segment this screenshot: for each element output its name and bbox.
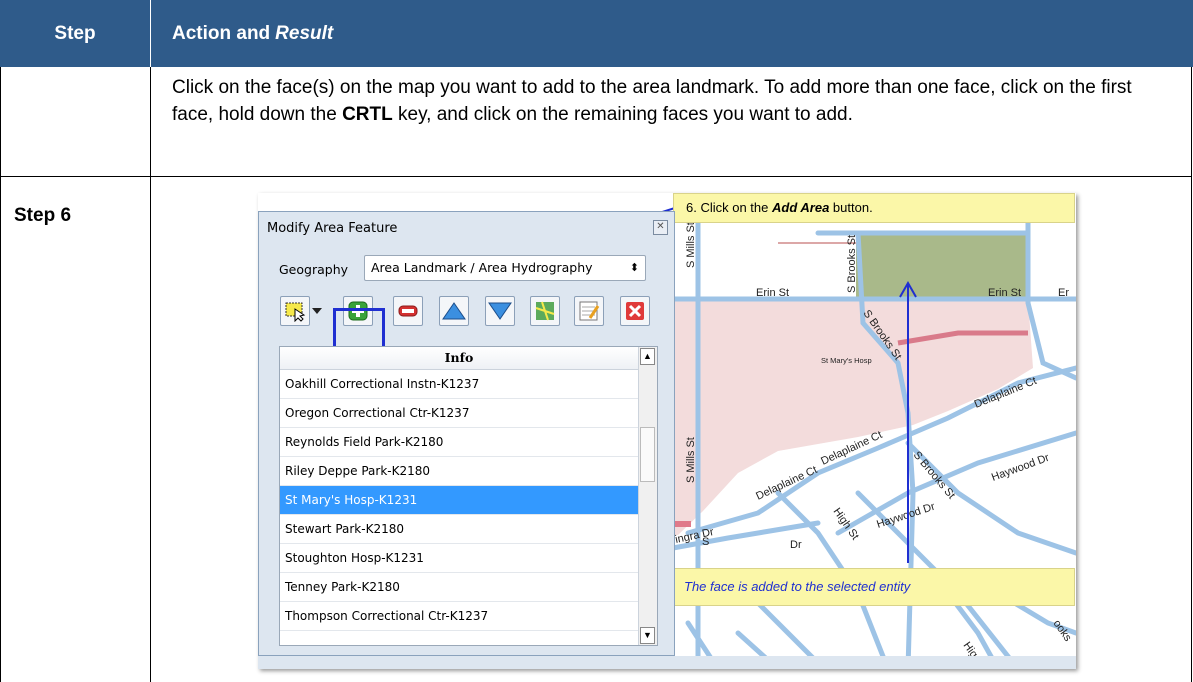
map-label-erin2: Erin St bbox=[988, 287, 1021, 299]
move-down-button[interactable] bbox=[485, 296, 515, 326]
scroll-thumb[interactable] bbox=[640, 427, 655, 482]
scroll-up-icon[interactable]: ▲ bbox=[640, 348, 655, 365]
instruction-key: CRTL bbox=[342, 104, 393, 125]
map-icon bbox=[535, 301, 555, 321]
list-item[interactable]: Thompson Correctional Ctr-K1237 bbox=[280, 602, 638, 631]
select-cursor-icon bbox=[285, 302, 306, 322]
callout-top-bold: Add Area bbox=[772, 200, 830, 215]
map-label-mills1: S Mills St bbox=[685, 222, 697, 268]
instruction-text: Click on the face(s) on the map you want… bbox=[172, 74, 1152, 128]
scroll-down-icon[interactable]: ▼ bbox=[640, 627, 655, 644]
geography-select[interactable]: Area Landmark / Area Hydrography ⬍ bbox=[364, 255, 646, 281]
list-item[interactable]: Stoughton Hosp-K1231 bbox=[280, 544, 638, 573]
geography-label: Geography bbox=[279, 262, 349, 277]
callout-result: The face is added to the selected entity bbox=[673, 568, 1075, 606]
dialog-title: Modify Area Feature bbox=[267, 221, 398, 236]
callout-add-area: 6. Click on the Add Area button. bbox=[673, 193, 1075, 223]
screenshot-figure: Erin St Erin St Er S Mills St S Mills St… bbox=[258, 193, 1076, 669]
edit-table-icon bbox=[579, 301, 600, 321]
remove-area-button[interactable] bbox=[393, 296, 423, 326]
delete-button[interactable] bbox=[620, 296, 650, 326]
list-item[interactable]: Riley Deppe Park-K2180 bbox=[280, 457, 638, 486]
list-item[interactable]: Reynolds Field Park-K2180 bbox=[280, 428, 638, 457]
map-label-erin3: Er bbox=[1058, 287, 1069, 299]
table-header: Step Action and Result bbox=[0, 0, 1193, 67]
geography-value: Area Landmark / Area Hydrography bbox=[371, 260, 593, 275]
triangle-down-icon bbox=[488, 302, 512, 320]
move-up-button[interactable] bbox=[439, 296, 469, 326]
map-label-mills2: S Mills St bbox=[685, 437, 697, 483]
list-scrollbar[interactable]: ▲ ▼ bbox=[638, 347, 657, 645]
modify-area-dialog: Modify Area Feature ✕ Geography Area Lan… bbox=[258, 211, 675, 656]
header-action-label: Action and bbox=[172, 22, 271, 44]
grid-mid bbox=[150, 67, 151, 682]
header-divider bbox=[150, 0, 151, 67]
map-label-hosp: St Mary's Hosp bbox=[821, 356, 872, 365]
step-label: Step 6 bbox=[14, 205, 72, 226]
chevron-updown-icon: ⬍ bbox=[629, 261, 639, 274]
list-item[interactable]: Tenney Park-K2180 bbox=[280, 573, 638, 602]
map-label-brooks1: S Brooks St bbox=[846, 235, 858, 293]
list-item-selected[interactable]: St Mary's Hosp-K1231 bbox=[280, 486, 638, 515]
grid-right bbox=[1191, 67, 1192, 682]
list-item[interactable]: Oregon Correctional Ctr-K1237 bbox=[280, 399, 638, 428]
triangle-up-icon bbox=[442, 302, 466, 320]
map-label-erin1: Erin St bbox=[756, 287, 789, 299]
select-tool-button[interactable] bbox=[280, 296, 310, 326]
callout-bottom-text: The face is added to the selected entity bbox=[684, 579, 911, 594]
instruction-part-b: key, and click on the remaining faces yo… bbox=[392, 104, 853, 125]
list-item[interactable]: Stewart Park-K2180 bbox=[280, 515, 638, 544]
map-label-s: S bbox=[702, 536, 709, 548]
info-list: Info Oakhill Correctional Instn-K1237 Or… bbox=[279, 346, 658, 646]
map-tool-button[interactable] bbox=[530, 296, 560, 326]
callout-top-suffix: button. bbox=[829, 200, 873, 215]
delete-icon bbox=[626, 302, 644, 320]
select-dropdown-icon[interactable] bbox=[312, 308, 322, 314]
close-icon[interactable]: ✕ bbox=[653, 220, 668, 235]
header-step: Step bbox=[54, 22, 96, 44]
grid-row-divider bbox=[0, 176, 1192, 177]
remove-icon bbox=[398, 305, 418, 317]
grid-left bbox=[0, 67, 1, 682]
header-action: Action and Result bbox=[172, 0, 333, 67]
edit-attributes-button[interactable] bbox=[574, 296, 604, 326]
map-label-dr: Dr bbox=[790, 539, 802, 551]
list-header[interactable]: Info bbox=[280, 347, 638, 370]
list-item[interactable]: Oakhill Correctional Instn-K1237 bbox=[280, 370, 638, 399]
header-result-label: Result bbox=[275, 22, 334, 44]
callout-top-prefix: 6. Click on the bbox=[686, 200, 772, 215]
